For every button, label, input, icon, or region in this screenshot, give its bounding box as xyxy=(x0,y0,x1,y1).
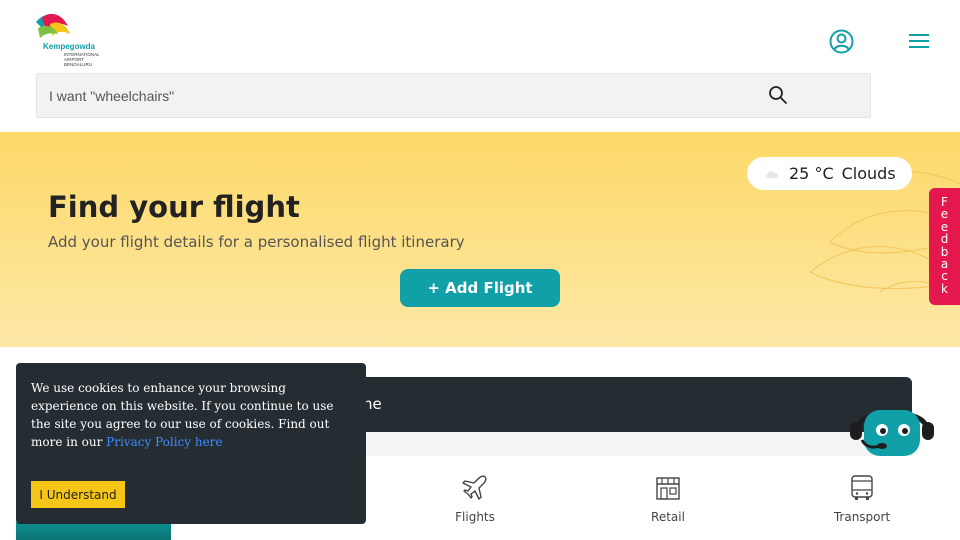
store-icon xyxy=(656,477,680,500)
weather-condition: Clouds xyxy=(841,164,896,183)
hero-subtitle: Add your flight details for a personalis… xyxy=(48,233,465,251)
logo-subtitle: INTERNATIONAL AIRPORT BENGALURU xyxy=(64,52,100,67)
cookie-text: We use cookies to enhance your browsing … xyxy=(31,379,351,451)
privacy-policy-link[interactable]: Privacy Policy here xyxy=(106,435,222,449)
airplane-icon xyxy=(462,475,487,500)
cookie-accept-button[interactable]: I Understand xyxy=(31,481,125,508)
site-header: Kempegowda INTERNATIONAL AIRPORT BENGALU… xyxy=(0,0,960,132)
chatbot-icon[interactable] xyxy=(846,398,938,460)
search-bar xyxy=(36,73,871,118)
logo-bird-icon xyxy=(36,13,70,38)
nav-item-retail[interactable]: Retail xyxy=(628,474,708,524)
nav-item-flights[interactable]: Flights xyxy=(435,474,515,524)
user-circle-icon[interactable] xyxy=(829,29,854,54)
feedback-tab[interactable]: Feedback xyxy=(929,188,960,305)
hamburger-menu-icon[interactable] xyxy=(909,33,929,49)
add-flight-button[interactable]: + Add Flight xyxy=(400,269,560,307)
bus-icon xyxy=(851,475,873,500)
weather-widget: 25 °C Clouds xyxy=(747,157,912,190)
page-title: Find your flight xyxy=(48,190,300,224)
feedback-label: Feedback xyxy=(940,195,949,296)
find-flight-hero: 25 °C Clouds Find your flight Add your f… xyxy=(0,132,960,347)
cookie-banner: We use cookies to enhance your browsing … xyxy=(16,363,366,524)
promo-tile[interactable] xyxy=(16,522,171,540)
weather-temperature: 25 °C xyxy=(789,164,834,183)
nav-item-transport[interactable]: Transport xyxy=(822,474,902,524)
search-input[interactable] xyxy=(49,74,749,117)
airport-logo[interactable]: Kempegowda INTERNATIONAL AIRPORT BENGALU… xyxy=(34,12,114,70)
cloud-icon xyxy=(765,170,778,178)
nav-label-flights: Flights xyxy=(455,510,495,524)
search-icon[interactable] xyxy=(768,85,788,105)
nav-label-retail: Retail xyxy=(651,510,685,524)
logo-name: Kempegowda xyxy=(43,42,96,51)
nav-label-transport: Transport xyxy=(833,510,891,524)
